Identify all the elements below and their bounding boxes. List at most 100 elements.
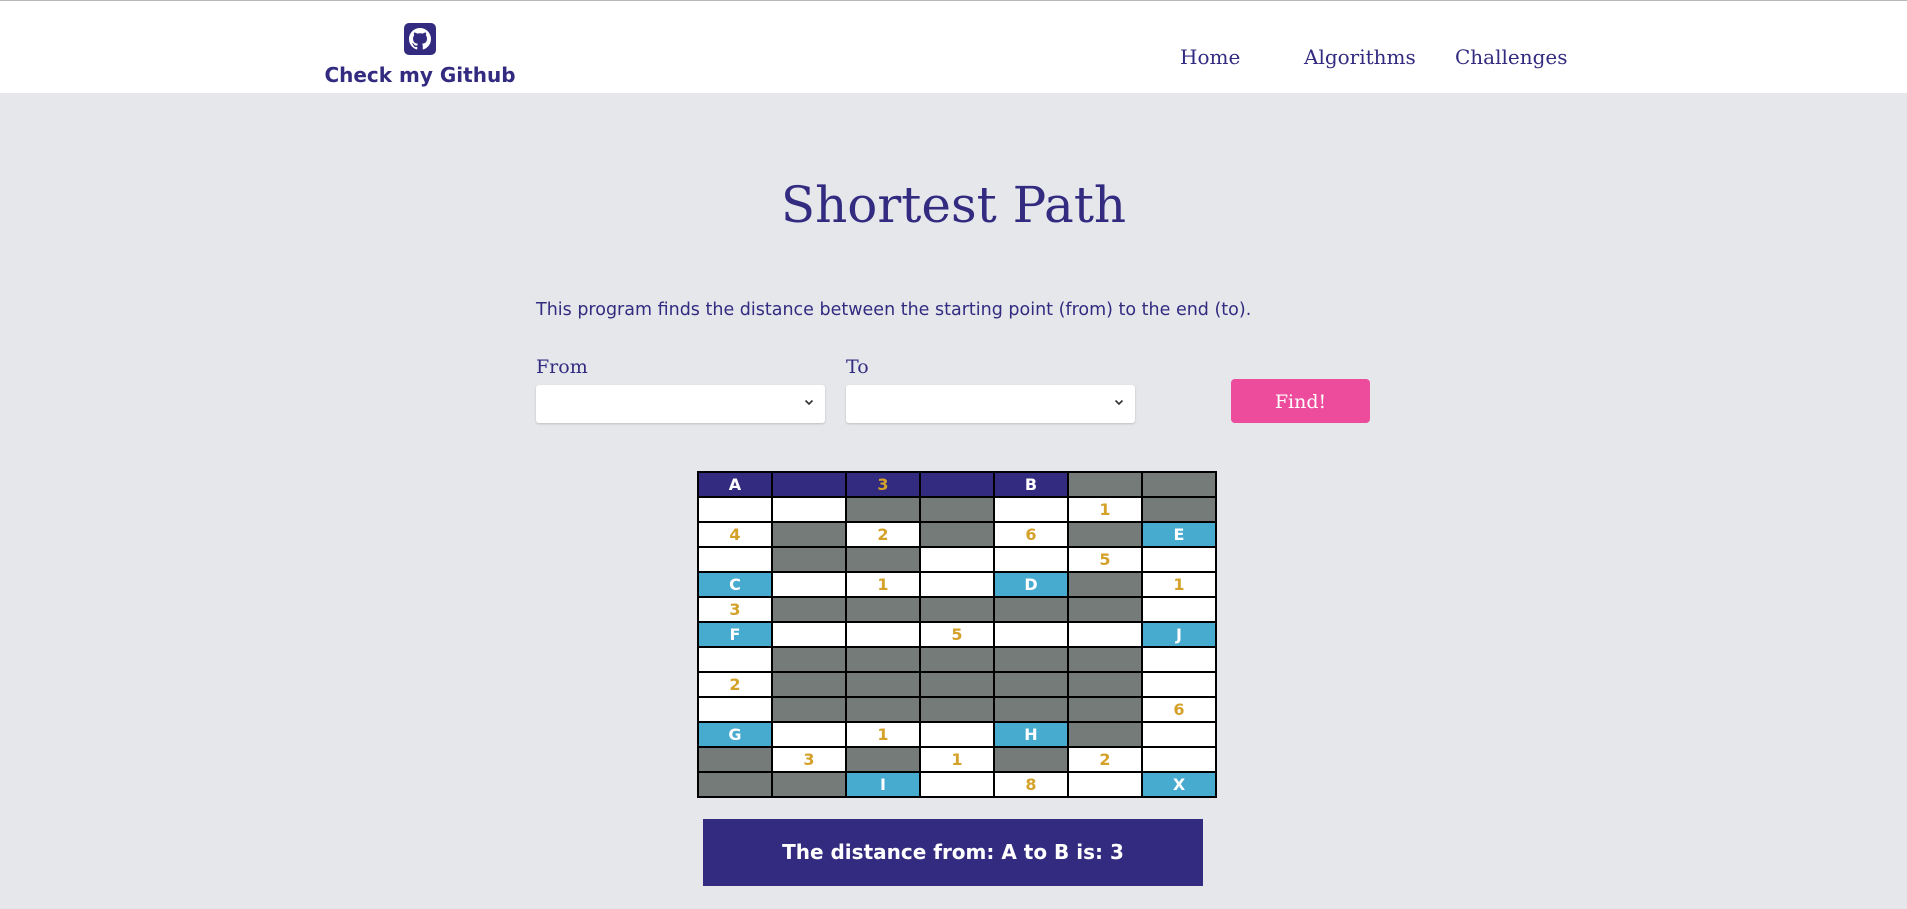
- wall-cell: [1067, 571, 1143, 598]
- weight-cell: 6: [993, 521, 1069, 548]
- grid-row: 3 1 2: [697, 746, 1217, 773]
- grid-row: 6: [697, 696, 1217, 723]
- weight-cell: 4: [697, 521, 773, 548]
- wall-cell: [845, 646, 921, 673]
- weight-cell: 3: [697, 596, 773, 623]
- wall-cell: [919, 496, 995, 523]
- find-button[interactable]: Find!: [1231, 379, 1370, 423]
- empty-cell: [771, 571, 847, 598]
- weight-cell: 3: [845, 471, 921, 498]
- wall-cell: [1067, 696, 1143, 723]
- wall-cell: [697, 771, 773, 798]
- node-cell: J: [1141, 621, 1217, 648]
- to-label: To: [846, 356, 869, 378]
- github-link[interactable]: Check my Github: [315, 23, 525, 87]
- wall-cell: [697, 746, 773, 773]
- node-cell: F: [697, 621, 773, 648]
- empty-cell: [1141, 721, 1217, 748]
- chevron-down-icon: [804, 399, 814, 406]
- wall-cell: [993, 696, 1069, 723]
- grid-row: F 5 J: [697, 621, 1217, 648]
- empty-cell: [771, 621, 847, 648]
- chevron-down-icon: [1114, 399, 1124, 406]
- wall-cell: [1141, 496, 1217, 523]
- from-select[interactable]: [536, 385, 825, 423]
- wall-cell: [771, 696, 847, 723]
- wall-cell: [1141, 471, 1217, 498]
- node-cell: G: [697, 721, 773, 748]
- wall-cell: [1067, 596, 1143, 623]
- wall-cell: [919, 696, 995, 723]
- weight-cell: 5: [919, 621, 995, 648]
- wall-cell: [919, 596, 995, 623]
- grid-row: 4 2 6 E: [697, 521, 1217, 548]
- empty-cell: [771, 496, 847, 523]
- grid-row: 1: [697, 496, 1217, 523]
- wall-cell: [845, 496, 921, 523]
- weight-cell: 5: [1067, 546, 1143, 573]
- node-cell: C: [697, 571, 773, 598]
- weight-cell: 2: [1067, 746, 1143, 773]
- nav-algorithms[interactable]: Algorithms: [1304, 45, 1416, 69]
- wall-cell: [1067, 671, 1143, 698]
- wall-cell: [993, 671, 1069, 698]
- weight-cell: 6: [1141, 696, 1217, 723]
- empty-cell: [1141, 671, 1217, 698]
- wall-cell: [771, 596, 847, 623]
- grid-row: A 3 B: [697, 471, 1217, 498]
- wall-cell: [845, 596, 921, 623]
- empty-cell: [771, 721, 847, 748]
- github-icon: [404, 23, 436, 55]
- empty-cell: [993, 621, 1069, 648]
- to-select[interactable]: [846, 385, 1135, 423]
- weight-cell: 2: [845, 521, 921, 548]
- grid-row: 3: [697, 596, 1217, 623]
- weight-cell: 1: [1067, 496, 1143, 523]
- empty-cell: [1067, 621, 1143, 648]
- weight-cell: 1: [919, 746, 995, 773]
- path-cell: [771, 471, 847, 498]
- grid-row: 2: [697, 671, 1217, 698]
- page-title: Shortest Path: [780, 176, 1127, 234]
- wall-cell: [771, 671, 847, 698]
- wall-cell: [1067, 646, 1143, 673]
- empty-cell: [697, 546, 773, 573]
- wall-cell: [993, 596, 1069, 623]
- empty-cell: [919, 721, 995, 748]
- weight-cell: 2: [697, 671, 773, 698]
- empty-cell: [993, 546, 1069, 573]
- wall-cell: [771, 771, 847, 798]
- empty-cell: [1067, 771, 1143, 798]
- wall-cell: [845, 546, 921, 573]
- empty-cell: [1141, 596, 1217, 623]
- node-cell: A: [697, 471, 773, 498]
- wall-cell: [1067, 471, 1143, 498]
- empty-cell: [697, 646, 773, 673]
- wall-cell: [845, 671, 921, 698]
- empty-cell: [697, 496, 773, 523]
- result-banner: The distance from: A to B is: 3: [703, 819, 1203, 886]
- wall-cell: [919, 521, 995, 548]
- node-cell: E: [1141, 521, 1217, 548]
- wall-cell: [919, 646, 995, 673]
- empty-cell: [993, 496, 1069, 523]
- weight-cell: 8: [993, 771, 1069, 798]
- empty-cell: [1141, 546, 1217, 573]
- node-cell: B: [993, 471, 1069, 498]
- path-grid: A3B1426E5C1D13F5J26G1H312I8X: [697, 471, 1217, 798]
- node-cell: D: [993, 571, 1069, 598]
- empty-cell: [697, 696, 773, 723]
- nav-challenges[interactable]: Challenges: [1455, 45, 1568, 69]
- grid-row: C 1 D 1: [697, 571, 1217, 598]
- site-header: Check my Github Home Algorithms Challeng…: [0, 1, 1907, 93]
- wall-cell: [845, 746, 921, 773]
- grid-row: 5: [697, 546, 1217, 573]
- wall-cell: [919, 671, 995, 698]
- weight-cell: 1: [1141, 571, 1217, 598]
- empty-cell: [845, 621, 921, 648]
- wall-cell: [771, 546, 847, 573]
- nav-home[interactable]: Home: [1180, 45, 1240, 69]
- grid-row: [697, 646, 1217, 673]
- wall-cell: [993, 646, 1069, 673]
- grid-row: I 8 X: [697, 771, 1217, 798]
